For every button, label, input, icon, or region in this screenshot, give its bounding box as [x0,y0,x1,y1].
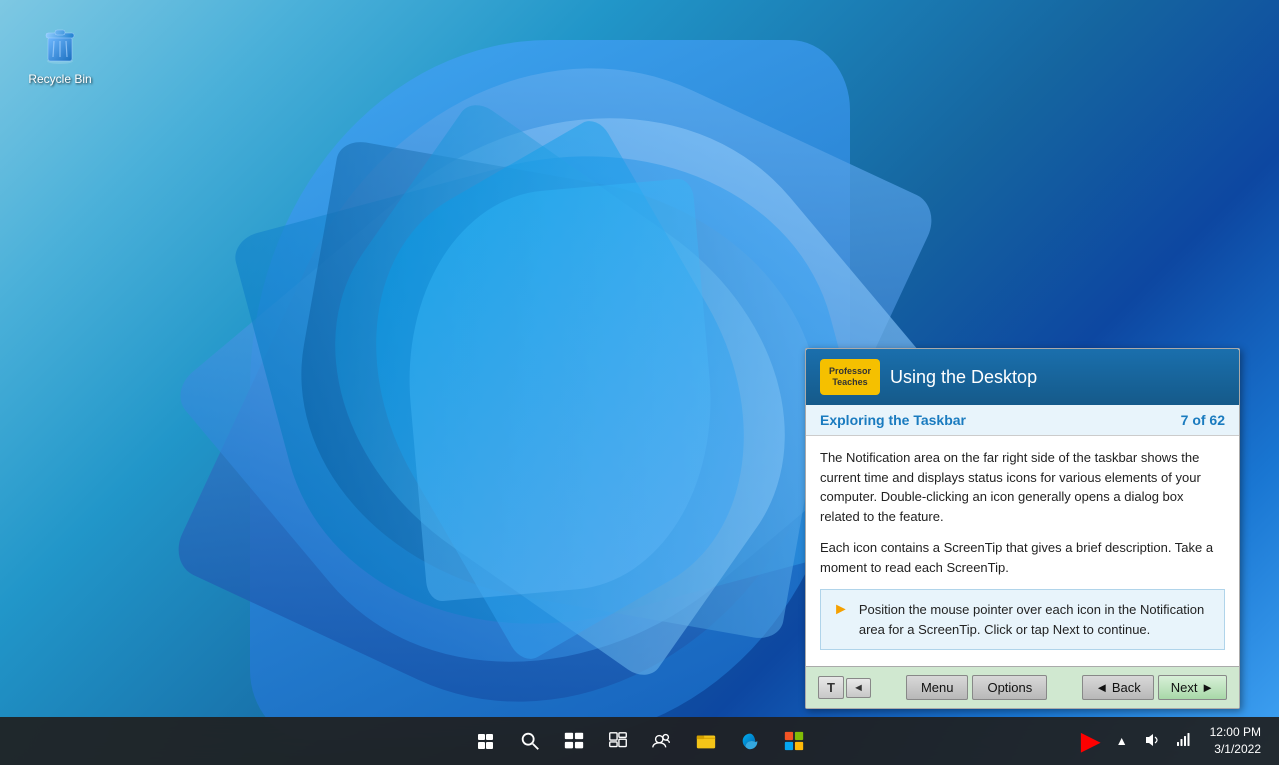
task-view-button[interactable] [554,721,594,761]
popup-paragraph-2: Each icon contains a ScreenTip that give… [820,538,1225,577]
back-button[interactable]: ◄ Back [1082,675,1153,700]
store-button[interactable] [774,721,814,761]
footer-left: T ◄ [818,676,871,699]
menu-button[interactable]: Menu [906,675,969,700]
red-arrow-indicator: ▶ [1081,727,1099,756]
speaker-icon[interactable] [1140,728,1164,755]
taskbar-clock[interactable]: 12:00 PM 3/1/2022 [1204,722,1267,760]
taskbar-center [466,721,814,761]
clock-date: 3/1/2022 [1210,741,1261,758]
network-icon[interactable] [1172,728,1196,755]
professor-logo: Professor Teaches [820,359,880,395]
text-size-button[interactable]: T [818,676,844,699]
search-button[interactable] [510,721,550,761]
systray-chevron[interactable]: ▲ [1112,730,1132,752]
taskbar-right: ▶ ▲ 12:00 PM 3/1/2022 [1081,722,1267,760]
popup-subtitle: Exploring the Taskbar [820,412,966,428]
popup-title: Using the Desktop [890,367,1037,388]
edge-button[interactable] [730,721,770,761]
popup-content: Exploring the Taskbar 7 of 62 The Notifi… [806,405,1239,666]
popup-instruction-box: ► Position the mouse pointer over each i… [820,589,1225,650]
options-button[interactable]: Options [972,675,1047,700]
widgets-button[interactable] [598,721,638,761]
chat-button[interactable] [642,721,682,761]
popup-paragraph-1: The Notification area on the far right s… [820,448,1225,526]
taskbar: ▶ ▲ 12:00 PM 3/1/2022 [0,717,1279,765]
recycle-bin-icon[interactable]: Recycle Bin [20,20,100,86]
popup-footer: T ◄ Menu Options ◄ Back Next ► [806,666,1239,708]
popup-header: Professor Teaches Using the Desktop [806,349,1239,405]
footer-right: ◄ Back Next ► [1082,675,1227,700]
popup-instruction-text: Position the mouse pointer over each ico… [859,600,1212,639]
clock-time: 12:00 PM [1210,724,1261,741]
popup-body: The Notification area on the far right s… [806,436,1239,666]
file-explorer-button[interactable] [686,721,726,761]
start-button[interactable] [466,721,506,761]
recycle-bin-label: Recycle Bin [28,72,91,86]
scroll-back-button[interactable]: ◄ [846,678,871,698]
popup-subtitle-bar: Exploring the Taskbar 7 of 62 [806,405,1239,436]
footer-center: Menu Options [906,675,1047,700]
recycle-bin-image [36,20,84,68]
play-arrow-icon: ► [833,601,849,619]
next-button[interactable]: Next ► [1158,675,1227,700]
tutorial-popup: Professor Teaches Using the Desktop Expl… [805,348,1240,709]
popup-progress: 7 of 62 [1181,412,1225,428]
